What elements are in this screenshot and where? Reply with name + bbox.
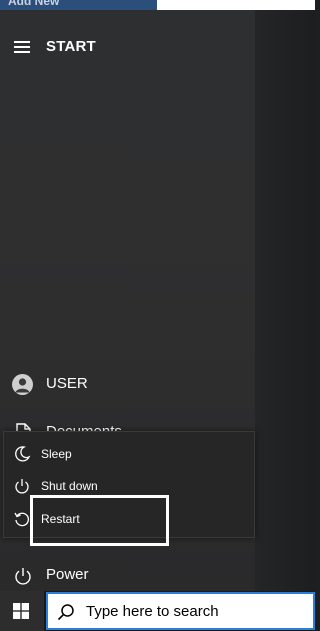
restart-menu-item[interactable]: Restart [4, 503, 254, 534]
user-label: USER [46, 375, 88, 392]
sleep-label: Sleep [41, 447, 72, 461]
background-window-strip: Add New [0, 0, 157, 10]
taskbar-search-box[interactable] [46, 592, 315, 630]
sleep-menu-item[interactable]: Sleep [4, 438, 254, 469]
start-button[interactable] [0, 591, 44, 631]
restart-icon [14, 512, 30, 527]
power-icon [15, 568, 31, 585]
start-title: START [46, 38, 96, 55]
power-options-menu: Sleep Shut down Restart [3, 431, 255, 538]
shutdown-label: Shut down [41, 479, 98, 493]
background-window: Add New [0, 0, 315, 10]
power-icon [15, 479, 29, 494]
windows-logo-icon [13, 603, 29, 619]
hamburger-menu-icon[interactable] [14, 41, 30, 53]
power-button[interactable]: Power [0, 556, 255, 596]
desktop-area [255, 10, 315, 591]
background-window-text: Add New [8, 0, 60, 8]
search-input[interactable] [86, 600, 306, 622]
power-label: Power [46, 566, 89, 583]
user-avatar-icon [12, 374, 33, 395]
taskbar [0, 591, 315, 631]
search-icon [57, 604, 74, 621]
restart-label: Restart [41, 512, 80, 526]
moon-icon [15, 446, 31, 462]
shutdown-menu-item[interactable]: Shut down [4, 470, 254, 501]
start-header: START [0, 28, 255, 66]
user-account-button[interactable]: USER [0, 365, 255, 405]
